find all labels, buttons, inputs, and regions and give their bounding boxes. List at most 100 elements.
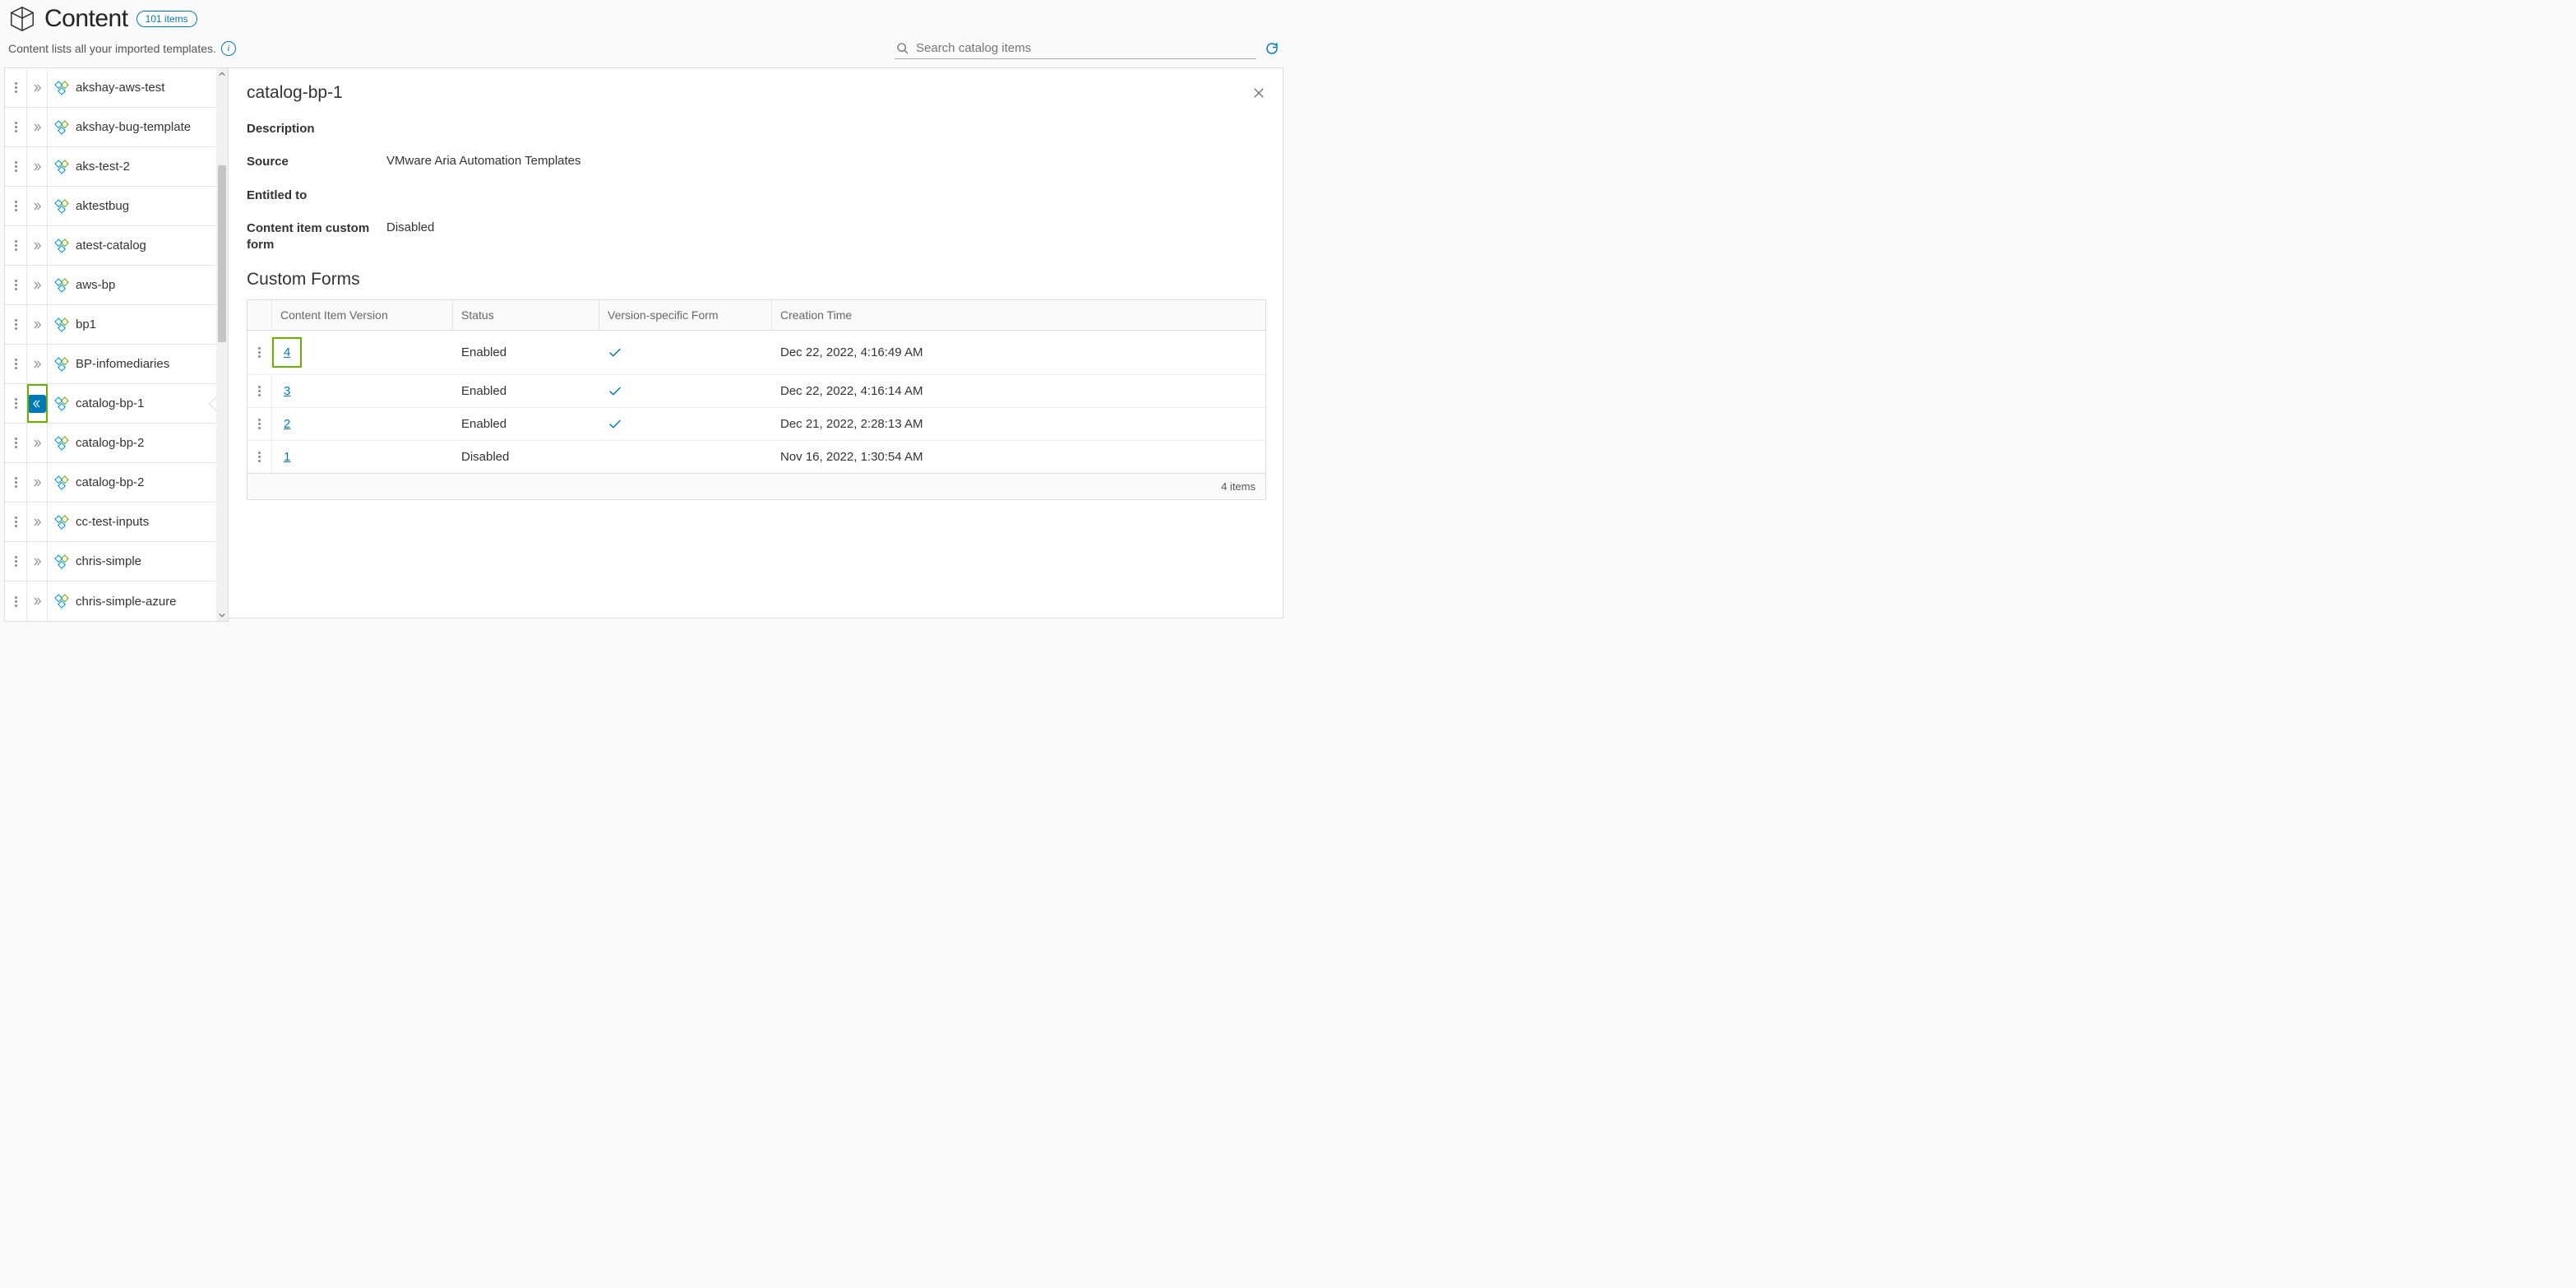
kebab-icon[interactable] (15, 398, 17, 409)
search-input[interactable] (916, 41, 1255, 55)
row-menu[interactable] (5, 424, 27, 462)
kebab-icon[interactable] (15, 556, 17, 567)
kebab-icon[interactable] (15, 477, 17, 488)
kebab-icon[interactable] (15, 122, 17, 132)
scrollbar[interactable] (216, 67, 229, 622)
search-field[interactable] (895, 38, 1256, 59)
col-time[interactable]: Creation Time (772, 300, 1265, 330)
expand-toggle[interactable] (27, 542, 48, 581)
row-menu[interactable] (247, 408, 272, 440)
expand-toggle[interactable] (27, 384, 48, 423)
row-menu[interactable] (5, 305, 27, 344)
list-item[interactable]: BP-infomediaries (5, 345, 216, 384)
version-link[interactable]: 4 (274, 339, 300, 366)
expand-toggle[interactable] (27, 68, 48, 107)
expand-toggle[interactable] (27, 424, 48, 462)
row-menu[interactable] (5, 108, 27, 146)
item-name-cell[interactable]: aws-bp (48, 266, 216, 304)
refresh-icon[interactable] (1265, 41, 1279, 56)
item-name-cell[interactable]: aks-test-2 (48, 147, 216, 186)
item-name-cell[interactable]: akshay-bug-template (48, 108, 216, 146)
expand-toggle[interactable] (27, 147, 48, 186)
item-name-cell[interactable]: catalog-bp-2 (48, 463, 216, 502)
kebab-icon[interactable] (15, 596, 17, 607)
row-menu[interactable] (5, 542, 27, 581)
expand-toggle[interactable] (27, 503, 48, 541)
expand-toggle[interactable] (27, 226, 48, 265)
row-menu[interactable] (5, 266, 27, 304)
version-link[interactable]: 1 (280, 450, 290, 464)
list-item[interactable]: catalog-bp-2 (5, 463, 216, 503)
expand-toggle[interactable] (27, 463, 48, 502)
row-menu[interactable] (5, 147, 27, 186)
item-name-cell[interactable]: cc-test-inputs (48, 503, 216, 541)
expand-toggle[interactable] (27, 581, 48, 621)
kebab-icon[interactable] (258, 347, 261, 358)
row-menu[interactable] (5, 68, 27, 107)
version-link[interactable]: 3 (280, 384, 290, 398)
item-name-cell[interactable]: BP-infomediaries (48, 345, 216, 383)
scroll-down-icon[interactable] (216, 609, 228, 621)
kebab-icon[interactable] (15, 82, 17, 93)
kebab-icon[interactable] (258, 386, 261, 396)
kebab-icon[interactable] (15, 359, 17, 369)
kebab-icon[interactable] (15, 161, 17, 172)
item-name: akshay-bug-template (76, 120, 191, 134)
expand-toggle[interactable] (27, 108, 48, 146)
scroll-up-icon[interactable] (216, 68, 228, 80)
item-name-cell[interactable]: atest-catalog (48, 226, 216, 265)
source-label: Source (247, 154, 386, 170)
list-item[interactable]: aws-bp (5, 266, 216, 305)
row-menu[interactable] (5, 581, 27, 621)
col-form[interactable]: Version-specific Form (599, 300, 772, 330)
row-menu[interactable] (5, 226, 27, 265)
list-item[interactable]: aks-test-2 (5, 147, 216, 187)
row-menu[interactable] (5, 345, 27, 383)
expand-toggle[interactable] (27, 266, 48, 304)
item-name-cell[interactable]: catalog-bp-2 (48, 424, 216, 462)
list-item[interactable]: atest-catalog (5, 226, 216, 266)
list-item[interactable]: chris-simple-azure (5, 581, 216, 621)
item-name-cell[interactable]: catalog-bp-1 (48, 384, 216, 423)
list-item[interactable]: catalog-bp-2 (5, 424, 216, 463)
kebab-icon[interactable] (15, 280, 17, 290)
list-item[interactable]: akshay-aws-test (5, 68, 216, 108)
close-icon[interactable] (1251, 86, 1266, 100)
item-name-cell[interactable]: bp1 (48, 305, 216, 344)
row-menu[interactable] (5, 463, 27, 502)
expand-toggle[interactable] (27, 305, 48, 344)
col-version[interactable]: Content Item Version (272, 300, 453, 330)
list-item[interactable]: catalog-bp-1 (5, 384, 216, 424)
item-name-cell[interactable]: chris-simple (48, 542, 216, 581)
kebab-icon[interactable] (15, 319, 17, 330)
list-item[interactable]: aktestbug (5, 187, 216, 226)
row-menu[interactable] (247, 336, 272, 368)
list-item[interactable]: akshay-bug-template (5, 108, 216, 147)
expand-toggle[interactable] (27, 345, 48, 383)
version-link[interactable]: 2 (280, 417, 290, 431)
kebab-icon[interactable] (15, 201, 17, 211)
col-menu (247, 300, 272, 330)
kebab-icon[interactable] (258, 419, 261, 429)
kebab-icon[interactable] (15, 438, 17, 448)
list-item[interactable]: bp1 (5, 305, 216, 345)
item-name-cell[interactable]: aktestbug (48, 187, 216, 225)
item-name-cell[interactable]: akshay-aws-test (48, 68, 216, 107)
info-icon[interactable]: i (221, 41, 236, 56)
kebab-icon[interactable] (15, 240, 17, 251)
row-menu[interactable] (5, 187, 27, 225)
row-menu[interactable] (247, 441, 272, 473)
kebab-icon[interactable] (258, 452, 261, 462)
expand-toggle[interactable] (27, 187, 48, 225)
row-menu[interactable] (247, 375, 272, 407)
page-subtitle: Content lists all your imported template… (8, 42, 216, 55)
col-status[interactable]: Status (453, 300, 599, 330)
item-name-cell[interactable]: chris-simple-azure (48, 581, 216, 621)
list-item[interactable]: cc-test-inputs (5, 503, 216, 542)
item-name: atest-catalog (76, 239, 146, 253)
row-menu[interactable] (5, 503, 27, 541)
scroll-thumb[interactable] (218, 165, 226, 342)
list-item[interactable]: chris-simple (5, 542, 216, 581)
row-menu[interactable] (5, 384, 27, 423)
kebab-icon[interactable] (15, 517, 17, 527)
